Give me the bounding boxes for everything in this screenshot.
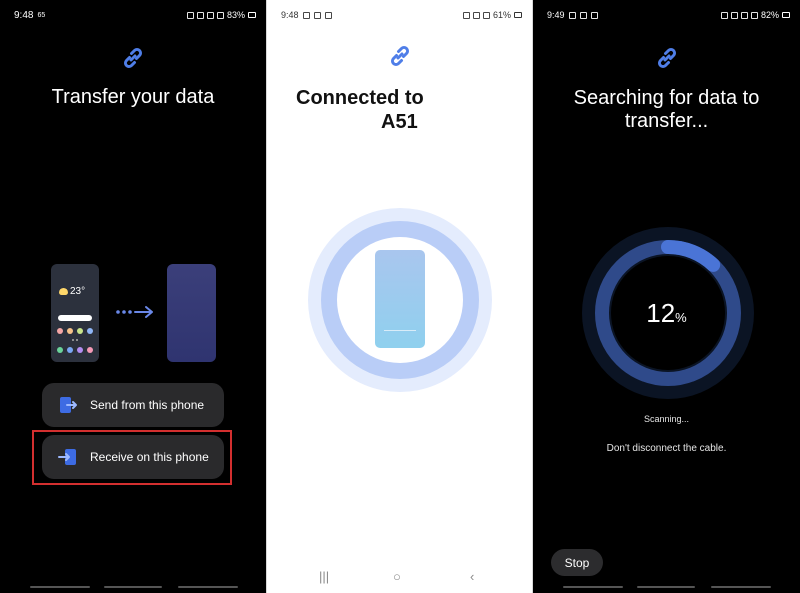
- connected-screen: 9:48 61% Connected to A51 ||| ○ ‹: [267, 0, 532, 593]
- link-icon: [123, 47, 143, 69]
- status-bar: 9:48 61%: [267, 8, 532, 22]
- mute-icon: [196, 11, 204, 19]
- battery-icon: [514, 12, 522, 18]
- cloud-icon: [324, 11, 332, 19]
- usb-icon: [590, 11, 598, 19]
- alarm-icon: [186, 11, 194, 19]
- scanning-text: Scanning...: [643, 414, 690, 424]
- send-button-label: Send from this phone: [90, 398, 205, 412]
- highlight-box: [32, 430, 232, 485]
- status-bar: 9:49 82%: [533, 8, 800, 22]
- phone-illustration: [375, 250, 425, 348]
- searching-screen: 9:49 82% Searching for data to transfer.…: [533, 0, 800, 593]
- wifi-icon: [206, 11, 214, 19]
- search-bar-shape: [58, 315, 92, 321]
- link-icon: [657, 47, 676, 69]
- nav-gesture-bar: [30, 586, 90, 588]
- home-button[interactable]: ○: [393, 569, 401, 584]
- send-from-phone-button[interactable]: Send from this phone: [42, 383, 224, 427]
- status-time: 9:49: [547, 10, 565, 20]
- battery-percent: 82%: [760, 10, 779, 20]
- battery-icon: [248, 12, 256, 18]
- nav-gesture-bar: [104, 586, 162, 588]
- transfer-screen: 9:48 65 83% Transfer your data 23° Send …: [0, 0, 266, 593]
- image-icon: [313, 11, 321, 19]
- battery-percent: 83%: [226, 10, 245, 20]
- weather-icon: [59, 288, 68, 295]
- page-title: Searching for data to transfer...: [573, 87, 760, 132]
- recents-button[interactable]: |||: [319, 569, 329, 584]
- back-button[interactable]: ‹: [470, 569, 474, 584]
- app-icons-row: [57, 328, 93, 334]
- signal-icon: [216, 11, 224, 19]
- link-icon: [390, 45, 409, 67]
- status-time: 9:48: [14, 9, 34, 21]
- page-title: Transfer your data: [51, 86, 215, 108]
- progress-percent: 12%: [533, 298, 800, 329]
- status-bar: 9:48 65 83%: [0, 8, 266, 22]
- signal-icon: [482, 11, 490, 19]
- old-phone-illustration: 23°: [51, 264, 99, 362]
- navigation-bar: ||| ○ ‹: [267, 569, 532, 584]
- battery-percent: 61%: [492, 10, 511, 20]
- progress-value: 12: [646, 298, 676, 328]
- weather-temp: 23°: [70, 286, 86, 297]
- wifi-icon: [740, 11, 748, 19]
- notification-icon: [302, 11, 310, 19]
- new-phone-illustration: [167, 264, 216, 362]
- page-title: Connected to: [296, 87, 424, 109]
- send-icon: [60, 397, 77, 413]
- nav-gesture-bar: [563, 586, 623, 588]
- mute-icon: [462, 11, 470, 19]
- wifi-icon: [472, 11, 480, 19]
- device-name: A51: [381, 111, 418, 133]
- progress-unit: %: [675, 310, 687, 325]
- signal-icon: [750, 11, 758, 19]
- status-indicator: 65: [37, 11, 46, 19]
- nav-gesture-bar: [711, 586, 771, 588]
- stop-button[interactable]: Stop: [551, 549, 603, 576]
- image-icon: [568, 11, 576, 19]
- alarm-icon: [720, 11, 728, 19]
- status-time: 9:48: [281, 10, 299, 20]
- battery-icon: [782, 12, 790, 18]
- notification-icon: [579, 11, 587, 19]
- dock-icons-row: [57, 347, 93, 353]
- cable-warning: Don't disconnect the cable.: [606, 443, 727, 454]
- nav-gesture-bar: [178, 586, 238, 588]
- mute-icon: [730, 11, 738, 19]
- transfer-arrow-icon: [116, 306, 153, 318]
- nav-gesture-bar: [637, 586, 695, 588]
- weather-widget: 23°: [59, 286, 85, 297]
